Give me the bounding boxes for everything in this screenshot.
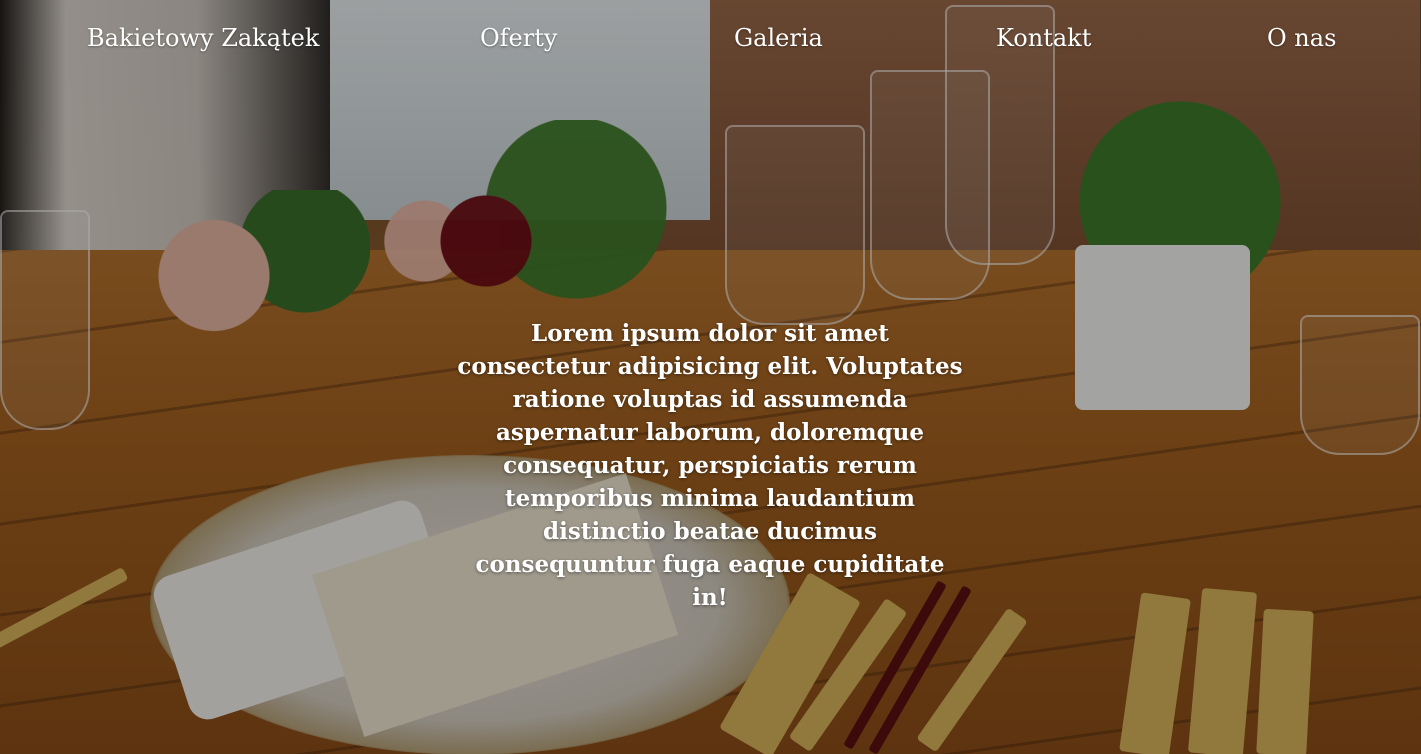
nav-link-oferty[interactable]: Oferty [480,22,557,54]
brand-logo-link[interactable]: Bakietowy Zakątek [87,22,319,54]
top-navigation: Bakietowy Zakątek Oferty Galeria Kontakt… [0,0,1421,78]
hero-section: Bakietowy Zakątek Oferty Galeria Kontakt… [0,0,1421,754]
nav-link-o-nas[interactable]: O nas [1267,22,1336,54]
nav-link-kontakt[interactable]: Kontakt [996,22,1091,54]
hero-description: Lorem ipsum dolor sit amet consectetur a… [457,320,963,611]
nav-link-galeria[interactable]: Galeria [734,22,823,54]
